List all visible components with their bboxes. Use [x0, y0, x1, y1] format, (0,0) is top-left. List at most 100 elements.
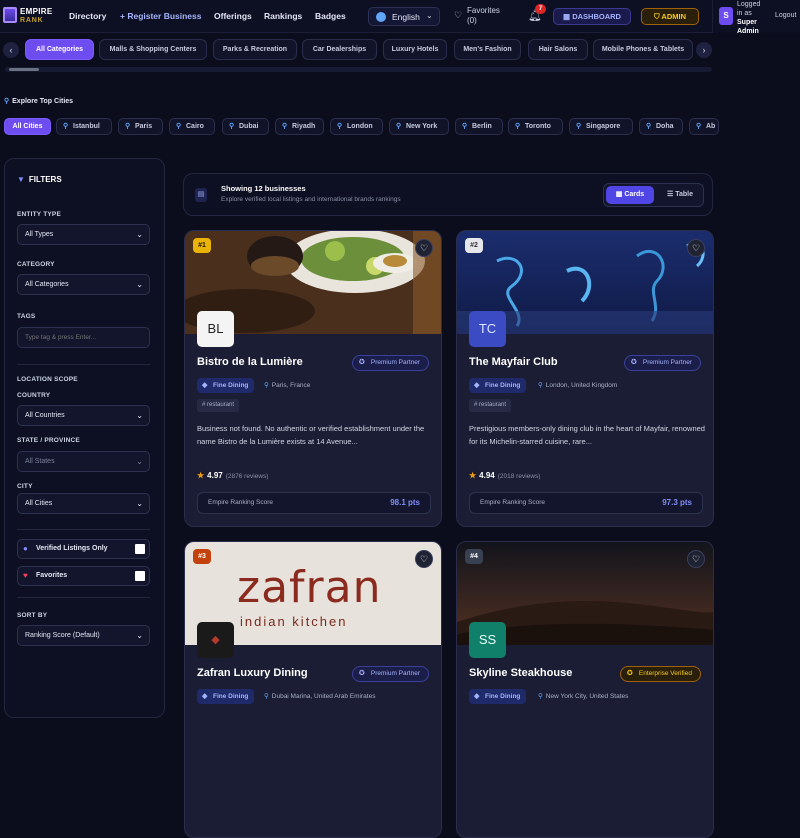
category-chip-mobile-phones[interactable]: Mobile Phones & Tablets [593, 39, 693, 60]
business-card[interactable]: #2 ♡ TC The Mayfair Club ✪ Premium Partne… [456, 230, 714, 527]
ranking-score-label: Empire Ranking Score [208, 499, 274, 506]
category-scrollbar-thumb[interactable] [9, 68, 39, 71]
city-label: Doha [656, 123, 674, 130]
table-view-button[interactable]: ☰ Table [658, 186, 702, 204]
sort-by-select[interactable]: Ranking Score (Default) ⌄ [17, 625, 150, 646]
business-logo: ◆ [197, 622, 234, 658]
favorites-checkbox[interactable]: ♥ Favorites [17, 566, 150, 586]
category-chip-mens-fashion[interactable]: Men's Fashion [454, 39, 521, 60]
cards-view-button[interactable]: ▦ Cards [606, 186, 654, 204]
business-logo: SS [469, 622, 506, 658]
category-chip-luxury-hotels[interactable]: Luxury Hotels [383, 39, 447, 60]
city-chip-new-york[interactable]: ⚲ New York [389, 118, 449, 135]
nav-offerings[interactable]: Offerings [214, 11, 252, 21]
chevron-down-icon: ⌄ [136, 230, 143, 239]
nav-badges[interactable]: Badges [315, 11, 346, 21]
city-chip-doha[interactable]: ⚲ Doha [639, 118, 683, 135]
category-chip-parks[interactable]: Parks & Recreation [213, 39, 297, 60]
cards-view-label: Cards [624, 191, 645, 198]
tag-icon: ◆ [474, 693, 480, 700]
checkbox-box[interactable] [135, 571, 145, 581]
chevron-right-icon[interactable]: › [696, 42, 712, 58]
business-location: ⚲ Paris, France [264, 381, 310, 389]
nav-rankings[interactable]: Rankings [264, 11, 302, 21]
city-chip-paris[interactable]: ⚲ Paris [118, 118, 163, 135]
city-chip-toronto[interactable]: ⚲ Toronto [508, 118, 563, 135]
category-select[interactable]: All Categories ⌄ [17, 274, 150, 295]
location-text: Paris, France [271, 382, 311, 389]
restaurant-tag[interactable]: # restaurant [197, 399, 240, 412]
country-select[interactable]: All Countries ⌄ [17, 405, 150, 426]
business-location: ⚲ London, United Kingdom [538, 381, 617, 389]
restaurant-tag[interactable]: # restaurant [469, 399, 512, 412]
favorite-heart-icon[interactable]: ♡ [415, 550, 433, 568]
city-chip-dubai[interactable]: ⚲ Dubai [222, 118, 269, 135]
category-tag[interactable]: ◆ Fine Dining [197, 378, 255, 393]
empire-rank-logo[interactable]: EMPIRE RANK [3, 5, 52, 29]
category-chip-malls[interactable]: Malls & Shopping Centers [99, 39, 207, 60]
rating-value: 4.94 [479, 471, 495, 480]
nav-directory[interactable]: Directory [69, 11, 106, 21]
category-chip-hair-salons[interactable]: Hair Salons [528, 39, 588, 60]
favorite-heart-icon[interactable]: ♡ [415, 239, 433, 257]
city-chip-berlin[interactable]: ⚲ Berlin [455, 118, 503, 135]
chevron-left-icon[interactable]: ‹ [3, 42, 19, 58]
entity-type-value: All Types [25, 231, 54, 238]
results-count: Showing 12 businesses [221, 184, 306, 193]
checkbox-box[interactable] [135, 544, 145, 554]
entity-type-select[interactable]: All Types ⌄ [17, 224, 150, 245]
business-name[interactable]: The Mayfair Club [469, 356, 558, 368]
avatar[interactable]: S [719, 7, 733, 25]
star-icon: ★ [469, 471, 477, 480]
favorite-heart-icon[interactable]: ♡ [687, 550, 705, 568]
category-chip-all[interactable]: All Categories [25, 39, 94, 60]
rank-badge: #1 [193, 238, 211, 253]
city-chip-all[interactable]: All Cities [4, 118, 51, 135]
city-label: London [347, 123, 373, 130]
favorites-label: Favorites [467, 6, 500, 15]
logout-link[interactable]: Logout [775, 12, 796, 19]
city-chip-istanbul[interactable]: ⚲ Istanbul [56, 118, 112, 135]
category-tag[interactable]: ◆ Fine Dining [197, 689, 255, 704]
business-name[interactable]: Bistro de la Lumière [197, 356, 303, 368]
dashboard-button[interactable]: ▦ DASHBOARD [553, 8, 631, 25]
category-tag[interactable]: ◆ Fine Dining [469, 689, 527, 704]
partner-badge-label: Enterprise Verified [638, 670, 692, 677]
category-scrollbar[interactable] [5, 67, 712, 72]
nav-register-business[interactable]: + Register Business [120, 11, 202, 21]
notifications-button[interactable]: 🔔︎ 7 [528, 4, 546, 22]
entity-type-label: ENTITY TYPE [17, 211, 61, 218]
city-label: CITY [17, 483, 33, 490]
sort-by-value: Ranking Score (Default) [25, 632, 100, 639]
business-card[interactable]: zafran indian kitchen #3 ♡ ◆ Zafran Luxu… [184, 541, 442, 838]
category-chip-car-dealerships[interactable]: Car Dealerships [302, 39, 377, 60]
city-label: Ab [706, 123, 716, 130]
map-pin-icon: ⚲ [515, 123, 521, 130]
admin-button[interactable]: ⛉ ADMIN [641, 8, 699, 25]
state-select[interactable]: All States ⌄ [17, 451, 150, 472]
city-select[interactable]: All Cities ⌄ [17, 493, 150, 514]
dashboard-icon: ▦ [563, 12, 573, 21]
verified-only-checkbox[interactable]: ● Verified Listings Only [17, 539, 150, 559]
verified-icon: ✪ [626, 670, 633, 677]
sort-by-label: SORT BY [17, 612, 48, 619]
results-header: ▤ Showing 12 businesses Explore verified… [183, 173, 713, 216]
business-card[interactable]: #4 ♡ SS Skyline Steakhouse ✪ Enterprise V… [456, 541, 714, 838]
language-selector[interactable]: English ⌄ [368, 7, 440, 26]
tag-icon: ◆ [202, 382, 208, 389]
city-chip-abu-dhabi[interactable]: ⚲ Ab [689, 118, 719, 135]
favorite-heart-icon[interactable]: ♡ [687, 239, 705, 257]
business-card[interactable]: #1 ♡ BL Bistro de la Lumière ✪ Premium Pa… [184, 230, 442, 527]
business-name[interactable]: Skyline Steakhouse [469, 667, 572, 679]
category-tag[interactable]: ◆ Fine Dining [469, 378, 527, 393]
tags-input[interactable] [17, 327, 150, 348]
city-chip-riyadh[interactable]: ⚲ Riyadh [275, 118, 324, 135]
city-chip-singapore[interactable]: ⚲ Singapore [569, 118, 633, 135]
user-panel: S Logged in as Super Admin Logout [712, 0, 800, 35]
city-chip-cairo[interactable]: ⚲ Cairo [169, 118, 215, 135]
business-name[interactable]: Zafran Luxury Dining [197, 667, 308, 679]
city-chip-london[interactable]: ⚲ London [330, 118, 383, 135]
rank-badge: #2 [465, 238, 483, 253]
chevron-down-icon: ⌄ [136, 457, 143, 466]
map-pin-icon: ⚲ [538, 693, 543, 700]
